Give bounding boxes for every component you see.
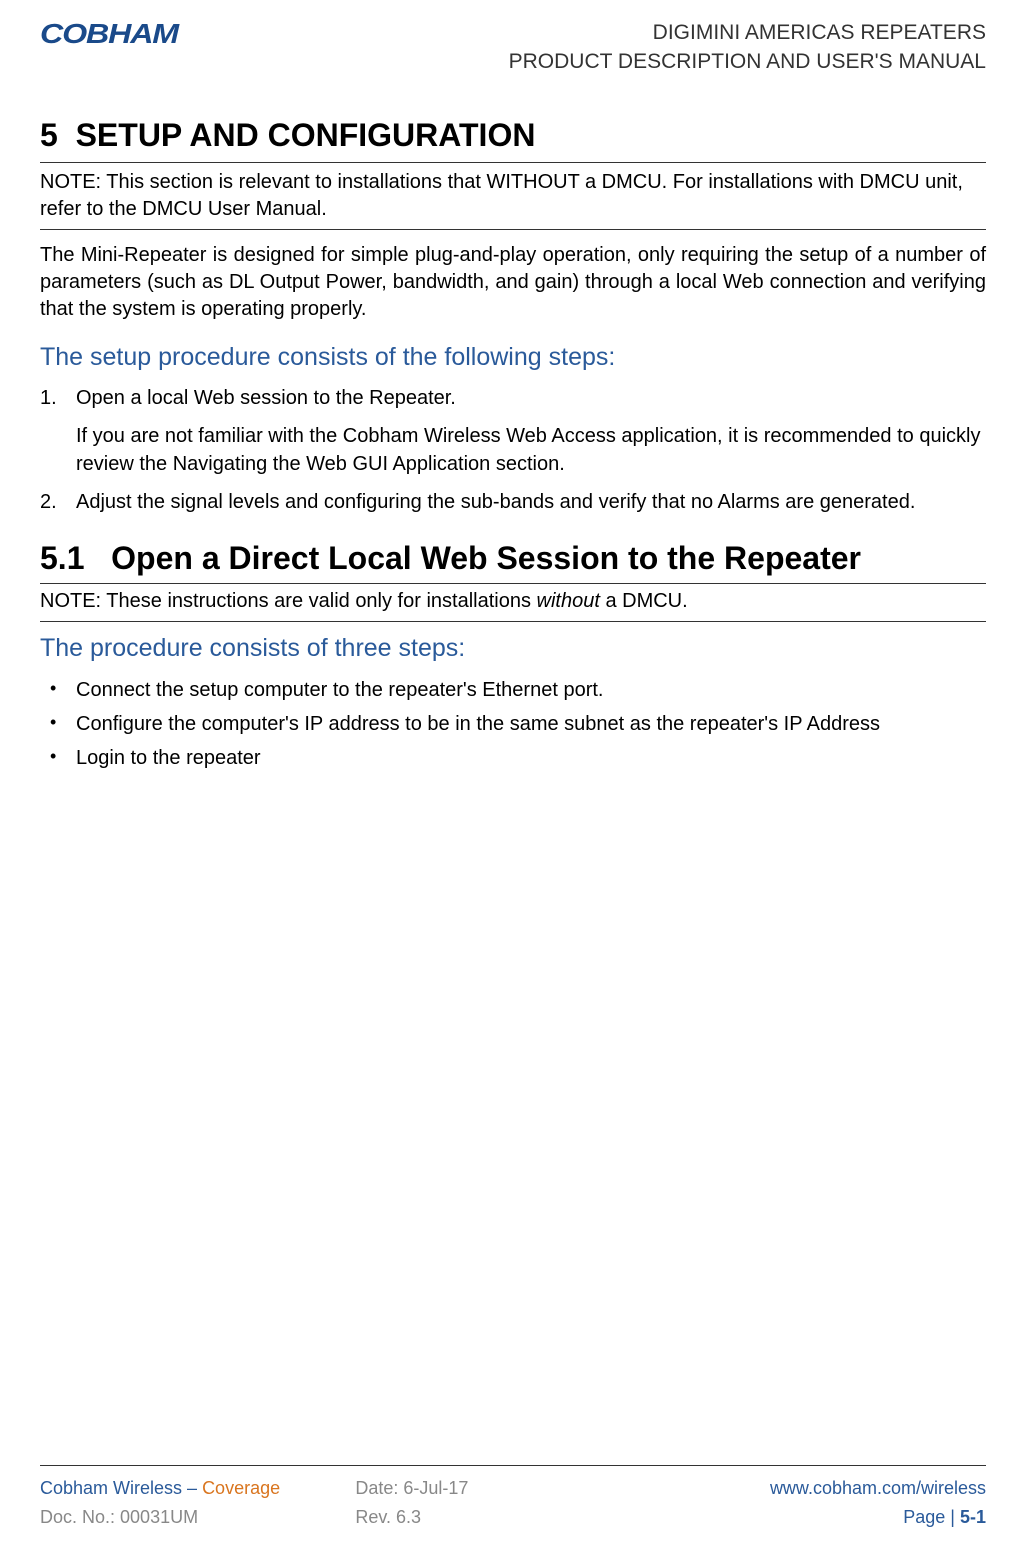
subsection-note: NOTE: These instructions are valid only … [40, 588, 986, 622]
step-2-number: 2. [40, 488, 57, 516]
footer-company: Cobham Wireless [40, 1478, 182, 1498]
step-1-subtext: If you are not familiar with the Cobham … [40, 422, 986, 478]
footer-date: 6-Jul-17 [403, 1478, 468, 1498]
subsection-title: Open a Direct Local Web Session to the R… [111, 540, 861, 576]
section-heading: 5 SETUP AND CONFIGURATION [40, 117, 986, 163]
footer-rev-label: Rev. [355, 1507, 396, 1527]
bullet-list: Connect the setup computer to the repeat… [40, 675, 986, 773]
footer-rev: 6.3 [396, 1507, 421, 1527]
footer-doc-no: 00031UM [120, 1507, 198, 1527]
footer-date-label: Date: [355, 1478, 403, 1498]
step-2-text: Adjust the signal levels and configuring… [76, 491, 915, 513]
company-logo: COBHAM [40, 18, 178, 50]
section-number: 5 [40, 117, 58, 153]
step-1: 1. Open a local Web session to the Repea… [40, 384, 986, 412]
footer-right: www.cobham.com/wireless Page | 5-1 [671, 1474, 986, 1532]
footer-page-label: Page | [903, 1507, 960, 1527]
subsection-note-prefix: NOTE: These instructions are valid only … [40, 590, 537, 612]
bullet-3: Login to the repeater [40, 743, 986, 773]
step-2: 2. Adjust the signal levels and configur… [40, 488, 986, 516]
bullet-1: Connect the setup computer to the repeat… [40, 675, 986, 705]
header-line-1: DIGIMINI AMERICAS REPEATERS [509, 18, 986, 47]
section-title: SETUP AND CONFIGURATION [76, 117, 536, 153]
page-header: COBHAM DIGIMINI AMERICAS REPEATERS PRODU… [40, 18, 986, 77]
section-note: NOTE: This section is relevant to instal… [40, 169, 986, 230]
steps-list: 1. Open a local Web session to the Repea… [40, 384, 986, 516]
bullet-2: Configure the computer's IP address to b… [40, 709, 986, 739]
footer-center: Date: 6-Jul-17 Rev. 6.3 [355, 1474, 670, 1532]
footer-page: 5-1 [960, 1507, 986, 1527]
section-intro: The Mini-Repeater is designed for simple… [40, 242, 986, 323]
step-1-number: 1. [40, 384, 57, 412]
footer-url: www.cobham.com/wireless [671, 1474, 986, 1503]
step-1-text: Open a local Web session to the Repeater… [76, 387, 456, 409]
header-line-2: PRODUCT DESCRIPTION AND USER'S MANUAL [509, 47, 986, 76]
header-doc-title: DIGIMINI AMERICAS REPEATERS PRODUCT DESC… [509, 18, 986, 77]
steps-heading: The setup procedure consists of the foll… [40, 343, 986, 372]
footer-tagline: Coverage [202, 1478, 280, 1498]
footer-doc-no-label: Doc. No.: [40, 1507, 120, 1527]
footer-separator: – [182, 1478, 202, 1498]
page-footer: Cobham Wireless – Coverage Doc. No.: 000… [40, 1465, 986, 1532]
footer-left: Cobham Wireless – Coverage Doc. No.: 000… [40, 1474, 355, 1532]
subsection-note-suffix: a DMCU. [600, 590, 688, 612]
subsection-number: 5.1 [40, 540, 84, 576]
subsection-heading: 5.1 Open a Direct Local Web Session to t… [40, 540, 986, 584]
subsection-note-italic: without [537, 590, 600, 612]
procedure-heading: The procedure consists of three steps: [40, 634, 986, 663]
